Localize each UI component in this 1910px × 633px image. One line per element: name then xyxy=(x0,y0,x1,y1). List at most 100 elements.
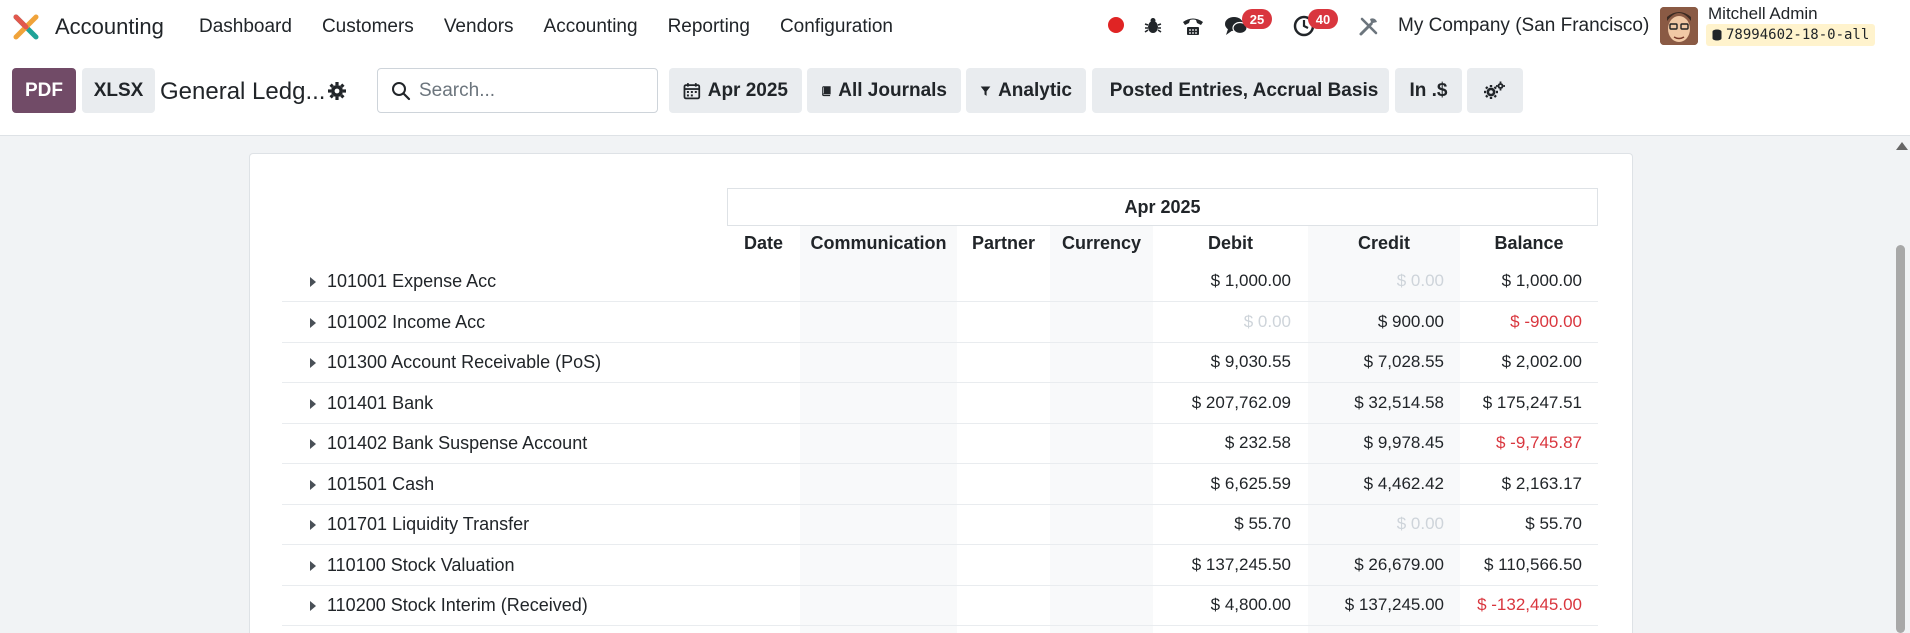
balance-value: $ -9,745.87 xyxy=(1495,433,1582,452)
balance-value: $ 175,247.51 xyxy=(1482,392,1582,412)
activities-count-badge: 40 xyxy=(1308,9,1338,29)
scrollbar-thumb[interactable] xyxy=(1896,245,1905,633)
account-name[interactable]: 110100 Stock Valuation xyxy=(327,555,514,576)
tools-icon[interactable] xyxy=(1356,13,1382,39)
date-filter-label: Apr 2025 xyxy=(707,79,788,101)
account-name[interactable]: 101701 Liquidity Transfer xyxy=(327,514,529,535)
menu-customers[interactable]: Customers xyxy=(322,16,414,38)
ledger-row[interactable]: 101002 Income Acc $ 0.00 $ 900.00 $ -900.00 xyxy=(282,303,1598,343)
balance-value: $ 55.70 xyxy=(1525,514,1582,533)
column-header-currency: Currency xyxy=(1061,233,1142,253)
ledger-row[interactable]: 101402 Bank Suspense Account $ 232.58 $ 9,… xyxy=(282,424,1598,464)
column-header-credit: Credit xyxy=(1357,233,1410,253)
account-name[interactable]: 110200 Stock Interim (Received) xyxy=(327,595,588,616)
credit-value: $ 26,679.00 xyxy=(1354,554,1444,574)
options-filter-button[interactable]: Posted Entries, Accrual Basis xyxy=(1092,68,1389,113)
menu-vendors[interactable]: Vendors xyxy=(444,16,514,38)
pdf-button[interactable]: PDF xyxy=(12,68,76,113)
balance-value: $ -132,445.00 xyxy=(1477,595,1582,614)
app-name[interactable]: Accounting xyxy=(55,14,164,40)
ledger-row[interactable]: 110100 Stock Valuation $ 137,245.50 $ 26,6… xyxy=(282,546,1598,586)
expand-caret-icon[interactable] xyxy=(310,560,316,571)
control-panel: PDF XLSX General Ledg... Apr 2025 All Jo… xyxy=(0,52,1910,136)
account-name[interactable]: 101002 Income Acc xyxy=(327,312,485,333)
account-name[interactable]: 101401 Bank xyxy=(327,393,433,414)
credit-value: $ 4,462.42 xyxy=(1363,473,1444,493)
account-name[interactable]: 101300 Account Receivable (PoS) xyxy=(327,352,601,373)
gear-icon[interactable] xyxy=(327,81,347,101)
search-input[interactable] xyxy=(419,79,639,102)
account-name[interactable]: 101501 Cash xyxy=(327,474,434,495)
date-filter-button[interactable]: Apr 2025 xyxy=(669,68,802,113)
debit-value: $ 137,245.50 xyxy=(1191,554,1291,574)
account-name[interactable]: 101001 Expense Acc xyxy=(327,271,496,292)
menu-reporting[interactable]: Reporting xyxy=(668,16,750,38)
calendar-icon xyxy=(683,82,701,99)
search-icon xyxy=(392,81,411,100)
expand-caret-icon[interactable] xyxy=(310,439,316,449)
credit-value: $ 32,514.58 xyxy=(1354,392,1444,412)
expand-caret-icon[interactable] xyxy=(310,520,316,530)
gears-icon xyxy=(1484,81,1505,99)
column-header-balance: Balance xyxy=(1494,233,1564,253)
search-box[interactable] xyxy=(377,68,658,113)
column-header-date: Date xyxy=(743,233,783,253)
expand-caret-icon[interactable] xyxy=(310,398,316,409)
main-menu: Dashboard Customers Vendors Accounting R… xyxy=(199,16,923,38)
scroll-up-arrow-icon[interactable] xyxy=(1896,142,1908,150)
company-switcher[interactable]: My Company (San Francisco) xyxy=(1398,15,1649,37)
debit-value: $ 0.00 xyxy=(1243,311,1291,331)
settings-button[interactable] xyxy=(1467,68,1523,113)
account-name[interactable]: 101402 Bank Suspense Account xyxy=(327,433,587,454)
ledger-row[interactable]: 101501 Cash $ 6,625.59 $ 4,462.42 $ 2,163.1… xyxy=(282,465,1598,505)
ledger-row[interactable]: 101701 Liquidity Transfer $ 55.70 $ 0.00 $ … xyxy=(282,505,1598,545)
phone-icon[interactable] xyxy=(1180,13,1206,39)
debit-value: $ 207,762.09 xyxy=(1191,392,1291,412)
menu-dashboard[interactable]: Dashboard xyxy=(199,16,292,38)
credit-value: $ 0.00 xyxy=(1396,271,1444,290)
debit-value: $ 4,800.00 xyxy=(1210,595,1291,614)
credit-value: $ 137,245.00 xyxy=(1344,595,1444,614)
menu-configuration[interactable]: Configuration xyxy=(780,16,893,38)
credit-value: $ 7,028.55 xyxy=(1363,352,1444,371)
user-avatar[interactable] xyxy=(1660,7,1698,45)
currency-filter-label: In .$ xyxy=(1409,79,1448,101)
ledger-row[interactable]: 101001 Expense Acc $ 1,000.00 $ 0.00 $ 1,00… xyxy=(282,262,1598,302)
credit-value: $ 9,978.45 xyxy=(1363,433,1444,452)
debit-value: $ 9,030.55 xyxy=(1210,352,1291,371)
expand-caret-icon[interactable] xyxy=(310,601,316,611)
bug-icon[interactable] xyxy=(1140,13,1166,39)
journals-filter-button[interactable]: All Journals xyxy=(807,68,961,113)
period-header: Apr 2025 xyxy=(727,188,1598,226)
database-badge: 78994602-18-0-all xyxy=(1706,24,1876,46)
expand-caret-icon[interactable] xyxy=(310,479,316,490)
report-title: General Ledg... xyxy=(160,78,326,105)
top-navbar: Accounting Dashboard Customers Vendors A… xyxy=(0,0,1910,52)
debit-value: $ 55.70 xyxy=(1234,514,1291,533)
expand-caret-icon[interactable] xyxy=(310,277,316,287)
ledger-row[interactable]: 110200 Stock Interim (Received) $ 4,800.0… xyxy=(282,586,1598,626)
expand-caret-icon[interactable] xyxy=(310,358,316,368)
column-header-communication: Communication xyxy=(810,233,947,253)
analytic-filter-button[interactable]: Analytic xyxy=(966,68,1086,113)
accounting-app-icon[interactable] xyxy=(12,13,40,41)
column-header-debit: Debit xyxy=(1208,233,1253,253)
xlsx-button[interactable]: XLSX xyxy=(82,68,155,113)
credit-value: $ 900.00 xyxy=(1377,311,1444,331)
debit-value: $ 232.58 xyxy=(1224,433,1291,452)
ledger-row[interactable]: 101401 Bank $ 207,762.09 $ 32,514.58 $ 175,… xyxy=(282,384,1598,424)
recording-indicator-icon[interactable] xyxy=(1108,17,1124,33)
menu-accounting[interactable]: Accounting xyxy=(544,16,638,38)
user-name[interactable]: Mitchell Admin xyxy=(1708,4,1818,24)
currency-filter-button[interactable]: In .$ xyxy=(1395,68,1462,113)
options-filter-label: Posted Entries, Accrual Basis xyxy=(1109,79,1379,101)
journals-filter-label: All Journals xyxy=(838,79,947,101)
funnel-icon xyxy=(980,85,991,96)
balance-value: $ 2,002.00 xyxy=(1501,352,1582,371)
ledger-row[interactable]: 101300 Account Receivable (PoS) $ 9,030.5… xyxy=(282,343,1598,383)
expand-caret-icon[interactable] xyxy=(310,317,316,328)
debit-value: $ 1,000.00 xyxy=(1210,271,1291,290)
messages-count-badge: 25 xyxy=(1242,9,1272,29)
balance-value: $ 1,000.00 xyxy=(1501,271,1582,290)
credit-value: $ 0.00 xyxy=(1396,514,1444,533)
